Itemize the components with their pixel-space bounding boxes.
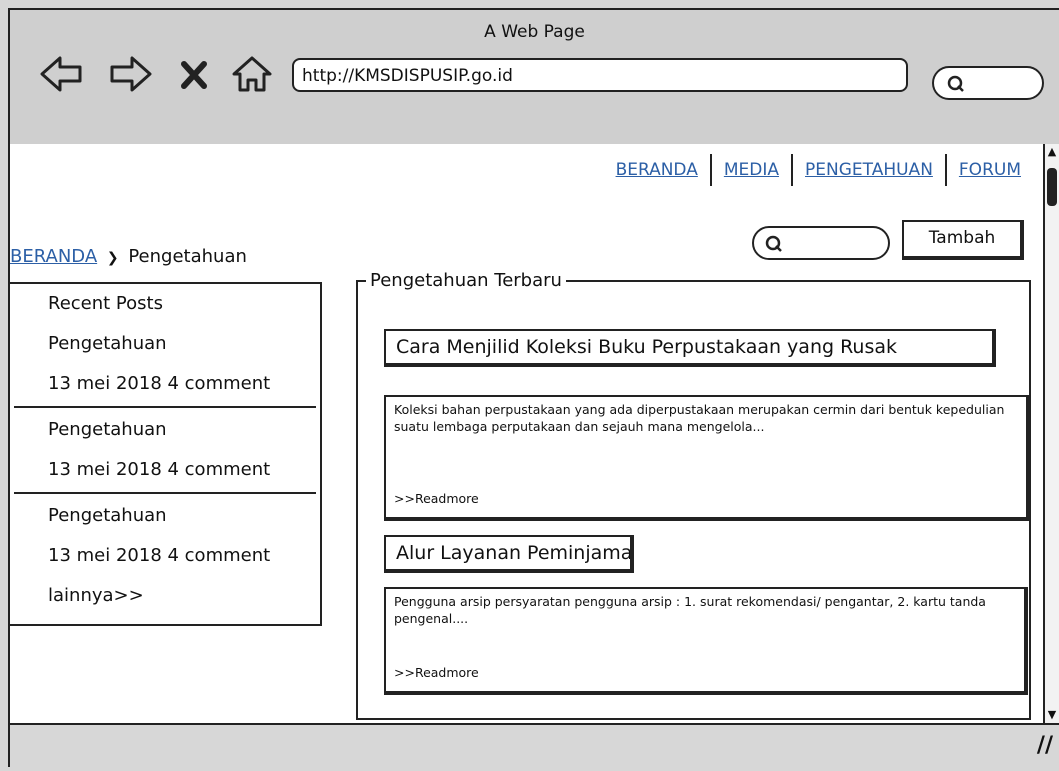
status-bar: // bbox=[10, 723, 1059, 771]
post-excerpt-text: Pengguna arsip persyaratan pengguna arsi… bbox=[394, 594, 986, 626]
divider bbox=[14, 406, 316, 408]
more-link[interactable]: lainnya>> bbox=[10, 576, 320, 616]
nav-item-forum[interactable]: FORUM bbox=[947, 154, 1033, 186]
page-search-input[interactable] bbox=[752, 226, 890, 260]
breadcrumb-current: Pengetahuan bbox=[128, 246, 247, 267]
post-title[interactable]: Cara Menjilid Koleksi Buku Perpustakaan … bbox=[384, 329, 996, 367]
nav-item-pengetahuan[interactable]: PENGETAHUAN bbox=[793, 154, 947, 186]
nav-item-media[interactable]: MEDIA bbox=[712, 154, 794, 186]
browser-toolbar: A Web Page http://KMSDISPUSIP.go.id bbox=[10, 10, 1059, 146]
recent-post-meta: 13 mei 2018 4 comment bbox=[48, 373, 271, 394]
sidebar-heading: Recent Posts bbox=[48, 293, 163, 314]
section-title: Pengetahuan Terbaru bbox=[370, 270, 562, 291]
close-icon[interactable] bbox=[180, 54, 208, 94]
nav-item-beranda[interactable]: BERANDA bbox=[604, 154, 712, 186]
main-nav: BERANDA MEDIA PENGETAHUAN FORUM bbox=[604, 154, 1033, 186]
home-icon[interactable] bbox=[230, 54, 274, 94]
window-title: A Web Page bbox=[484, 22, 585, 42]
search-icon bbox=[947, 75, 964, 92]
forward-arrow-icon[interactable] bbox=[108, 54, 152, 94]
scroll-down-icon[interactable]: ▼ bbox=[1046, 709, 1058, 721]
add-button[interactable]: Tambah bbox=[902, 220, 1024, 260]
post-excerpt-text: Koleksi bahan perpustakaan yang ada dipe… bbox=[394, 402, 1005, 434]
resize-grip-icon[interactable]: // bbox=[1037, 733, 1053, 758]
search-icon bbox=[765, 235, 782, 252]
page-content: BERANDA MEDIA PENGETAHUAN FORUM BERANDA … bbox=[10, 144, 1043, 723]
readmore-link[interactable]: >>Readmore bbox=[394, 490, 479, 507]
recent-post-title[interactable]: Pengetahuan bbox=[10, 324, 320, 364]
post-excerpt: Pengguna arsip persyaratan pengguna arsi… bbox=[384, 587, 1028, 695]
chevron-right-icon: ❯ bbox=[106, 250, 119, 266]
recent-post-title[interactable]: Pengetahuan bbox=[10, 496, 320, 536]
breadcrumb-home[interactable]: BERANDA bbox=[10, 246, 97, 267]
recent-posts-sidebar: Recent Posts Pengetahuan 13 mei 2018 4 c… bbox=[10, 282, 322, 626]
address-bar[interactable]: http://KMSDISPUSIP.go.id bbox=[292, 58, 908, 92]
latest-knowledge-section: Pengetahuan Terbaru Cara Menjilid Koleks… bbox=[356, 270, 1031, 720]
breadcrumb: BERANDA ❯ Pengetahuan bbox=[10, 246, 247, 267]
recent-post-meta: 13 mei 2018 4 comment bbox=[48, 459, 271, 480]
scroll-thumb[interactable] bbox=[1047, 168, 1057, 206]
recent-post-title[interactable]: Pengetahuan bbox=[10, 410, 320, 450]
browser-search-field[interactable] bbox=[932, 66, 1044, 100]
recent-post-meta: 13 mei 2018 4 comment bbox=[48, 545, 271, 566]
post-excerpt: Koleksi bahan perpustakaan yang ada dipe… bbox=[384, 395, 1030, 521]
vertical-scrollbar[interactable]: ▲ ▼ bbox=[1043, 144, 1059, 723]
browser-window: A Web Page http://KMSDISPUSIP.go.id BERA… bbox=[8, 8, 1059, 771]
readmore-link[interactable]: >>Readmore bbox=[394, 664, 479, 681]
scroll-up-icon[interactable]: ▲ bbox=[1046, 146, 1058, 158]
post-title[interactable]: Alur Layanan Peminjaman bbox=[384, 535, 634, 573]
back-arrow-icon[interactable] bbox=[40, 54, 84, 94]
divider bbox=[14, 492, 316, 494]
